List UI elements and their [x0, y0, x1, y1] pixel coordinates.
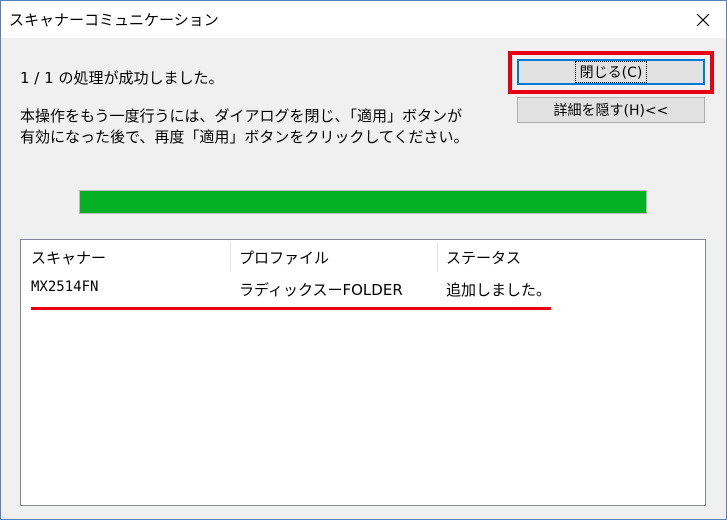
column-divider — [230, 242, 231, 272]
hide-details-button[interactable]: 詳細を隠す(H)<< — [517, 97, 705, 123]
column-header-scanner[interactable]: スキャナー — [31, 240, 106, 274]
column-divider — [437, 242, 438, 272]
instruction-line-1: 本操作をもう一度行うには、ダイアログを閉じ、「適用」ボタンが — [20, 107, 463, 125]
instruction-text: 本操作をもう一度行うには、ダイアログを閉じ、「適用」ボタンが 有効になった後で、… — [20, 106, 500, 148]
row-status-cell[interactable]: 追加しました。 — [446, 279, 551, 300]
status-message: 1 / 1 の処理が成功しました。 — [20, 69, 224, 87]
result-list[interactable]: スキャナー プロファイル ステータス MX2514FN ラディックスーFOLDE… — [20, 239, 706, 506]
instruction-line-2: 有効になった後で、再度「適用」ボタンをクリックしてください。 — [20, 128, 469, 146]
column-header-profile[interactable]: プロファイル — [239, 240, 329, 274]
hide-details-button-label: 詳細を隠す(H)<< — [553, 103, 669, 119]
dialog-body: 1 / 1 の処理が成功しました。 本操作をもう一度行うには、ダイアログを閉じ、… — [1, 38, 726, 519]
progress-bar — [79, 190, 647, 214]
row-scanner-cell[interactable]: MX2514FN — [31, 279, 98, 295]
close-window-button[interactable] — [680, 1, 726, 38]
column-header-status[interactable]: ステータス — [446, 240, 521, 274]
close-button[interactable]: 閉じる(C) — [517, 59, 705, 85]
scanner-communication-dialog: スキャナーコミュニケーション 1 / 1 の処理が成功しました。 本操作をもう一… — [0, 0, 727, 520]
progress-bar-fill — [80, 191, 646, 213]
title-bar: スキャナーコミュニケーション — [1, 1, 726, 38]
row-highlight-underline — [31, 307, 551, 310]
close-button-label: 閉じる(C) — [574, 61, 648, 83]
close-icon — [696, 13, 710, 26]
window-title: スキャナーコミュニケーション — [9, 11, 219, 29]
row-profile-cell[interactable]: ラディックスーFOLDER — [239, 279, 403, 300]
